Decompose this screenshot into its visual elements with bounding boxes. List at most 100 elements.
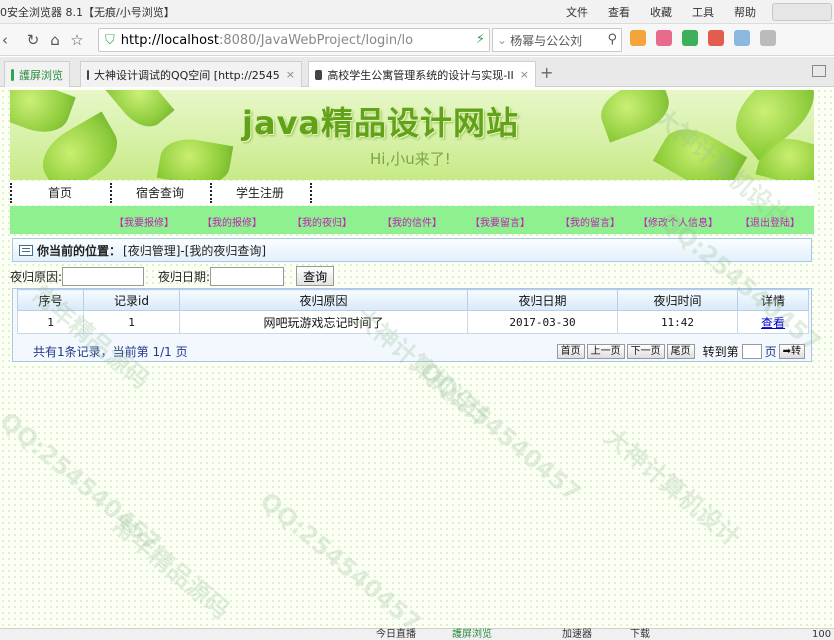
next-page-button[interactable]: 下一页 (626, 343, 665, 359)
address-bar[interactable]: ⛉ http://localhost:8080/JavaWebProject/l… (98, 28, 490, 52)
watermark: QQ:254540457 (414, 356, 587, 508)
menu-help[interactable]: 帮助 (724, 4, 766, 20)
table-header-row: 序号 记录id 夜归原因 夜归日期 夜归时间 详情 (17, 289, 809, 311)
tab-label: 護屏浏览 (19, 68, 63, 82)
menu-student-register[interactable]: 学生注册 (212, 181, 308, 205)
status-screen-guard[interactable]: 護屏浏览 (452, 629, 492, 640)
reason-input[interactable] (62, 266, 145, 286)
url-host: http://localhost (120, 32, 219, 48)
records-table: 序号 记录id 夜归原因 夜归日期 夜归时间 详情 1 1 网吧玩游戏忘记时间了… (17, 289, 809, 334)
star-icon[interactable]: ☆ (66, 29, 88, 51)
last-page-button[interactable]: 尾页 (666, 343, 695, 359)
shield-icon: ⛉ (105, 32, 115, 48)
menu-file[interactable]: 文件 (556, 4, 598, 20)
menu-dorm-query[interactable]: 宿舍查询 (112, 181, 208, 205)
new-tab-button[interactable]: + (540, 63, 553, 82)
table-row: 1 1 网吧玩游戏忘记时间了 2017-03-30 11:42 查看 (17, 310, 809, 334)
url-path: :8080/JavaWebProject/login/lo (218, 32, 414, 48)
leaf-decoration (594, 90, 676, 143)
leaf-decoration (652, 117, 748, 180)
prev-page-button[interactable]: 上一页 (586, 343, 625, 359)
menu-tools[interactable]: 工具 (682, 4, 724, 20)
cell-record-id: 1 (83, 310, 180, 334)
watermark: 常年精品源码 (106, 510, 235, 625)
submenu-my-letters[interactable]: 【我的信件】 (382, 214, 442, 229)
reload-icon[interactable]: ↻ (22, 29, 44, 51)
cell-detail: 查看 (737, 310, 809, 334)
menu-favorites[interactable]: 收藏 (640, 4, 682, 20)
date-input[interactable] (210, 266, 285, 286)
cell-index: 1 (17, 310, 84, 334)
page-icon (315, 69, 323, 80)
status-zoom[interactable]: 100 (812, 629, 831, 640)
main-menu: 首页 宿舍查询 学生注册 (10, 181, 814, 205)
tab-list-icon[interactable] (812, 65, 826, 77)
banner-title: java精品设计网站 (242, 104, 520, 142)
browser-nav-bar: ‹ ↻ ⌂ ☆ ⛉ http://localhost:8080/JavaWebP… (0, 24, 834, 56)
date-label: 夜归日期: (158, 269, 211, 284)
tab-qq-space[interactable]: 大神设计调试的QQ空间 [http://2545 × (80, 61, 302, 87)
back-icon[interactable]: ‹ (0, 29, 10, 51)
cell-date: 2017-03-30 (467, 310, 618, 334)
menu-view[interactable]: 查看 (598, 4, 640, 20)
home-icon[interactable]: ⌂ (44, 29, 66, 51)
close-icon[interactable]: × (520, 68, 529, 81)
submenu-leave-message[interactable]: 【我要留言】 (470, 214, 530, 229)
browser-search-input[interactable]: ⌄ 杨幂与公公刘 ⚲ (492, 28, 622, 52)
submenu-my-repairs[interactable]: 【我的报修】 (202, 214, 262, 229)
col-index: 序号 (17, 289, 84, 311)
page-icon (87, 69, 89, 80)
tab-screen-guard[interactable]: 護屏浏览 (4, 61, 70, 87)
close-icon[interactable]: × (286, 68, 295, 81)
guard-icon[interactable] (682, 30, 698, 46)
more-icon[interactable] (760, 30, 776, 46)
submenu-my-messages[interactable]: 【我的留言】 (560, 214, 620, 229)
view-detail-link[interactable]: 查看 (761, 316, 785, 330)
search-text: 杨幂与公公刘 (510, 33, 583, 48)
tab-label: 高校学生公寓管理系统的设计与实现-II (327, 68, 514, 82)
menu-divider (310, 183, 312, 203)
menu-home[interactable]: 首页 (12, 181, 108, 205)
tools-icon[interactable] (734, 30, 750, 46)
browser-status-bar: 今日直播 護屏浏览 加速器 下载 100 (0, 628, 834, 640)
breadcrumb: 你当前的位置： [夜归管理]-[我的夜归查询] (12, 238, 812, 262)
reason-label: 夜归原因: (10, 269, 63, 284)
user-submenu: 【我要报修】 【我的报修】 【我的夜归】 【我的信件】 【我要留言】 【我的留言… (10, 206, 814, 234)
watermark: QQ:254540457 (254, 486, 427, 628)
banner-subtitle: Hi,小u来了! (370, 150, 451, 168)
screen-guard-icon (11, 68, 14, 81)
breadcrumb-path: [夜归管理]-[我的夜归查询] (123, 243, 267, 258)
submenu-logout[interactable]: 【退出登陆】 (740, 214, 800, 229)
search-icon[interactable]: ⚲ (607, 32, 617, 47)
submenu-edit-profile[interactable]: 【修改个人信息】 (638, 214, 718, 229)
col-detail: 详情 (737, 289, 809, 311)
breadcrumb-label: 你当前的位置： (37, 243, 122, 258)
cell-time: 11:42 (617, 310, 738, 334)
status-accelerator[interactable]: 加速器 (562, 629, 592, 640)
dropdown-icon[interactable]: ⌄ (497, 33, 507, 47)
page-number-input[interactable] (741, 343, 762, 359)
watermark: 大神计算机设计 (599, 422, 746, 553)
extension-icons (630, 30, 776, 46)
pagination-info: 共有1条记录，当前第 1/1 页 (33, 344, 188, 359)
submenu-my-late-returns[interactable]: 【我的夜归】 (292, 214, 352, 229)
lightning-icon[interactable]: ⚡ (476, 32, 485, 47)
tab-dorm-system[interactable]: 高校学生公寓管理系统的设计与实现-II × (308, 61, 536, 87)
go-button[interactable]: ➡转 (778, 343, 805, 359)
status-download[interactable]: 下载 (630, 629, 650, 640)
col-date: 夜归日期 (467, 289, 618, 311)
pdf-icon[interactable] (708, 30, 724, 46)
submenu-request-repair[interactable]: 【我要报修】 (114, 214, 174, 229)
leaf-decoration (105, 90, 175, 136)
goto-label: 转到第 (702, 344, 739, 359)
status-live[interactable]: 今日直播 (376, 629, 416, 640)
tab-label: 大神设计调试的QQ空间 [http://2545 (93, 68, 280, 82)
first-page-button[interactable]: 首页 (556, 343, 585, 359)
mail-icon[interactable] (656, 30, 672, 46)
query-button[interactable]: 查询 (296, 266, 335, 286)
col-reason: 夜归原因 (179, 289, 468, 311)
col-record-id: 记录id (83, 289, 180, 311)
search-form: 夜归原因: 夜归日期: 查询 (10, 265, 335, 287)
apps-icon[interactable] (630, 30, 646, 46)
window-controls[interactable] (772, 2, 832, 21)
